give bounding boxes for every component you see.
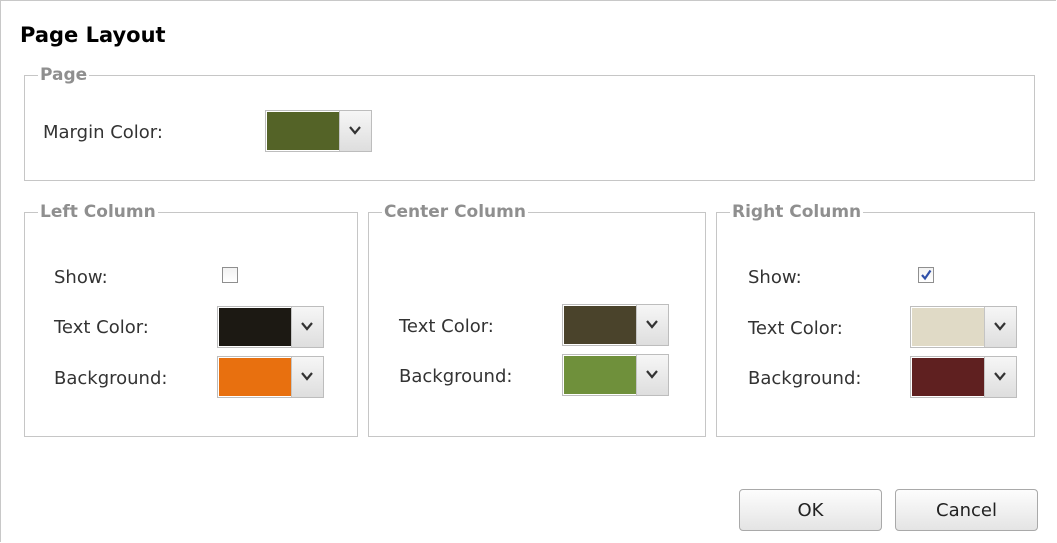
left-background-dropdown-button[interactable] (291, 357, 323, 397)
left-text-color-picker[interactable] (217, 306, 324, 348)
page-fieldset: Page (24, 65, 1035, 181)
left-show-label: Show: (54, 267, 108, 288)
right-column-legend: Right Column (732, 202, 862, 222)
center-text-color-picker[interactable] (562, 304, 669, 346)
left-text-color-dropdown-button[interactable] (291, 307, 323, 347)
cancel-button[interactable]: Cancel (895, 489, 1038, 531)
right-background-label: Background: (748, 368, 862, 389)
page-legend: Page (40, 65, 88, 85)
right-text-color-label: Text Color: (748, 318, 843, 339)
left-text-color-swatch (219, 308, 291, 346)
chevron-down-icon (301, 322, 313, 331)
center-background-picker[interactable] (562, 354, 669, 396)
ok-button[interactable]: OK (739, 489, 882, 531)
right-text-color-picker[interactable] (910, 306, 1017, 348)
right-background-swatch (912, 358, 984, 396)
right-show-checkbox[interactable] (918, 267, 934, 283)
chevron-down-icon (994, 322, 1006, 331)
center-text-color-swatch (564, 306, 636, 344)
left-column-legend: Left Column (40, 202, 156, 222)
right-text-color-dropdown-button[interactable] (984, 307, 1016, 347)
right-text-color-swatch (912, 308, 984, 346)
chevron-down-icon (349, 126, 361, 135)
left-background-picker[interactable] (217, 356, 324, 398)
margin-color-label: Margin Color: (43, 122, 163, 143)
center-text-color-dropdown-button[interactable] (636, 305, 668, 345)
center-background-dropdown-button[interactable] (636, 355, 668, 395)
dialog-title: Page Layout (20, 23, 166, 47)
chevron-down-icon (994, 372, 1006, 381)
right-show-label: Show: (748, 267, 802, 288)
center-column-legend: Center Column (384, 202, 526, 222)
page-layout-dialog: Page Layout Page Margin Color: Left Colu… (0, 0, 1056, 542)
right-background-picker[interactable] (910, 356, 1017, 398)
left-text-color-label: Text Color: (54, 317, 149, 338)
margin-color-dropdown-button[interactable] (339, 111, 371, 151)
center-text-color-label: Text Color: (399, 316, 494, 337)
checkmark-icon (921, 269, 932, 281)
margin-color-picker[interactable] (265, 110, 372, 152)
chevron-down-icon (646, 370, 658, 379)
right-background-dropdown-button[interactable] (984, 357, 1016, 397)
margin-color-swatch (267, 112, 339, 150)
chevron-down-icon (646, 320, 658, 329)
center-background-label: Background: (399, 366, 513, 387)
chevron-down-icon (301, 372, 313, 381)
left-background-swatch (219, 358, 291, 396)
left-background-label: Background: (54, 368, 168, 389)
center-background-swatch (564, 356, 636, 394)
left-show-checkbox[interactable] (222, 267, 238, 283)
